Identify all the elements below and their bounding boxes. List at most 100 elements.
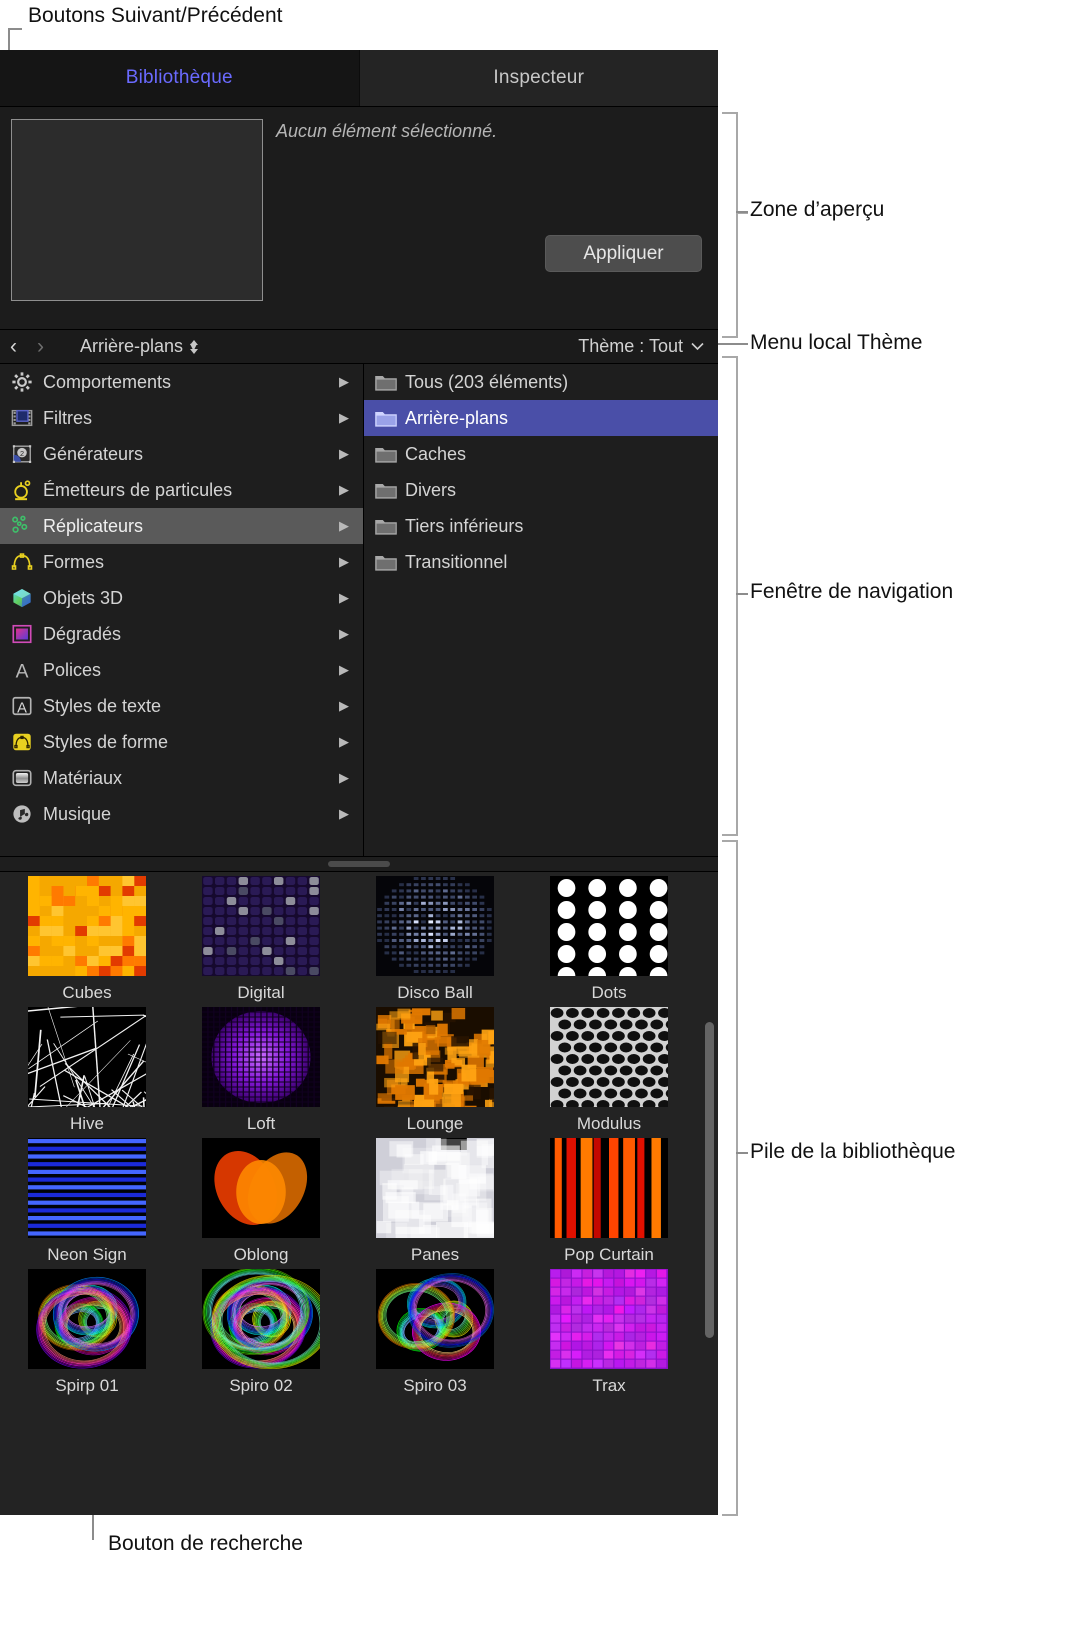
chevron-down-icon	[691, 342, 704, 351]
library-item[interactable]: Cubes	[0, 876, 174, 1003]
library-item-label: Hive	[69, 1114, 104, 1133]
apply-button[interactable]: Appliquer	[545, 235, 702, 272]
disclosure-triangle-icon[interactable]: ▶	[339, 734, 349, 750]
category-label: Polices	[43, 659, 102, 680]
disclosure-triangle-icon[interactable]: ▶	[339, 626, 349, 642]
library-item-thumbnail[interactable]	[376, 1269, 494, 1369]
folder-row-tiers-inf-rieurs[interactable]: Tiers inférieurs	[364, 508, 718, 544]
library-item-thumbnail[interactable]	[202, 1007, 320, 1107]
disclosure-triangle-icon[interactable]: ▶	[339, 410, 349, 426]
library-item[interactable]: Disco Ball	[348, 876, 522, 1003]
disclosure-triangle-icon[interactable]: ▶	[339, 698, 349, 714]
library-item-label: Lounge	[406, 1114, 464, 1133]
library-item-thumbnail[interactable]	[550, 1269, 668, 1369]
category-label: Émetteurs de particules	[43, 479, 233, 500]
library-item-label: Spirp 01	[55, 1376, 119, 1395]
category-row-comportements[interactable]: Comportements ▶	[0, 364, 363, 400]
tab-bibliotheque[interactable]: Bibliothèque	[0, 50, 359, 106]
folder-row-transitionnel[interactable]: Transitionnel	[364, 544, 718, 580]
folder-row-divers[interactable]: Divers	[364, 472, 718, 508]
library-item[interactable]: Lounge	[348, 1007, 522, 1134]
tab-inspecteur[interactable]: Inspecteur	[358, 50, 718, 106]
library-item-thumbnail[interactable]	[376, 1007, 494, 1107]
category-row-styles-de-texte[interactable]: A Styles de texte ▶	[0, 688, 363, 724]
library-item[interactable]: Spiro 02	[174, 1269, 348, 1396]
library-item[interactable]: Dots	[522, 876, 696, 1003]
folder-icon	[375, 519, 397, 535]
category-row-mat-riaux[interactable]: Matériaux ▶	[0, 760, 363, 796]
folder-label: Arrière-plans	[405, 407, 509, 428]
library-item[interactable]: Hive	[0, 1007, 174, 1134]
disclosure-triangle-icon[interactable]: ▶	[339, 518, 349, 534]
path-stepper-icon[interactable]	[188, 337, 200, 357]
library-item-thumbnail[interactable]	[28, 876, 146, 976]
library-item[interactable]: Spiro 03	[348, 1269, 522, 1396]
library-item-thumbnail[interactable]	[202, 1138, 320, 1238]
theme-popup-menu[interactable]: Thème : Tout	[578, 336, 704, 357]
disclosure-triangle-icon[interactable]: ▶	[339, 770, 349, 786]
pane-splitter[interactable]	[0, 856, 718, 872]
library-item[interactable]: Spirp 01	[0, 1269, 174, 1396]
library-item[interactable]: Modulus	[522, 1007, 696, 1134]
library-item[interactable]: Oblong	[174, 1138, 348, 1265]
category-row-polices[interactable]: A Polices ▶	[0, 652, 363, 688]
category-row-filtres[interactable]: Filtres ▶	[0, 400, 363, 436]
library-item-label: Modulus	[576, 1114, 642, 1133]
category-row-styles-de-forme[interactable]: Styles de forme ▶	[0, 724, 363, 760]
disclosure-triangle-icon[interactable]: ▶	[339, 806, 349, 822]
next-button[interactable]: ›	[27, 336, 54, 357]
library-item-thumbnail[interactable]	[550, 876, 668, 976]
category-row-g-n-rateurs[interactable]: 2 Générateurs ▶	[0, 436, 363, 472]
category-row-d-grad-s[interactable]: Dégradés ▶	[0, 616, 363, 652]
library-item-thumbnail[interactable]	[550, 1138, 668, 1238]
category-row-r-plicateurs[interactable]: Réplicateurs ▶	[0, 508, 363, 544]
disclosure-triangle-icon[interactable]: ▶	[339, 482, 349, 498]
stack-scrollbar[interactable]	[705, 1022, 714, 1338]
text-style-icon: A	[12, 696, 32, 716]
category-row--metteurs-de-particules[interactable]: Émetteurs de particules ▶	[0, 472, 363, 508]
folder-label: Transitionnel	[405, 551, 508, 572]
library-item-thumbnail[interactable]	[550, 1007, 668, 1107]
disclosure-triangle-icon[interactable]: ▶	[339, 374, 349, 390]
category-label: Matériaux	[43, 767, 123, 788]
library-item[interactable]: Trax	[522, 1269, 696, 1396]
library-item-thumbnail[interactable]	[28, 1269, 146, 1369]
disclosure-triangle-icon[interactable]: ▶	[339, 662, 349, 678]
folder-row-arri-re-plans[interactable]: Arrière-plans	[364, 400, 718, 436]
gradient-icon	[12, 624, 32, 644]
path-bar: ‹ › Arrière-plans ▾ Thème : Tout	[0, 330, 718, 364]
annotation-preview-area: Zone d’aperçu	[750, 198, 885, 221]
folder-row-tous-203-l-ments-[interactable]: Tous (203 éléments)	[364, 364, 718, 400]
folder-label: Tiers inférieurs	[405, 515, 524, 536]
annotation-stack: Pile de la bibliothèque	[750, 1140, 956, 1163]
library-item-thumbnail[interactable]	[202, 876, 320, 976]
category-row-musique[interactable]: Musique ▶	[0, 796, 363, 832]
category-label: Générateurs	[43, 443, 144, 464]
disclosure-triangle-icon[interactable]: ▶	[339, 590, 349, 606]
disclosure-triangle-icon[interactable]: ▶	[339, 446, 349, 462]
disclosure-triangle-icon[interactable]: ▶	[339, 554, 349, 570]
folder-label: Tous (203 éléments)	[405, 371, 569, 392]
library-item[interactable]: Loft	[174, 1007, 348, 1134]
category-row-formes[interactable]: Formes ▶	[0, 544, 363, 580]
folder-label: Divers	[405, 479, 457, 500]
folder-row-caches[interactable]: Caches	[364, 436, 718, 472]
library-item-thumbnail[interactable]	[28, 1007, 146, 1107]
library-item-thumbnail[interactable]	[376, 876, 494, 976]
library-item-thumbnail[interactable]	[28, 1138, 146, 1238]
previous-button[interactable]: ‹	[0, 336, 27, 357]
library-item-thumbnail[interactable]	[376, 1138, 494, 1238]
library-item-thumbnail[interactable]	[202, 1269, 320, 1369]
category-column[interactable]: Comportements ▶ Filtres ▶ 2 Générateurs ▶ Émett…	[0, 364, 364, 856]
replicator-icon	[12, 515, 28, 533]
category-row-objets-3d[interactable]: Objets 3D ▶	[0, 580, 363, 616]
folder-column[interactable]: Tous (203 éléments) Arrière-plans Caches Di…	[364, 364, 718, 856]
splitter-grip[interactable]	[328, 861, 390, 867]
library-item[interactable]: Panes	[348, 1138, 522, 1265]
current-path-label[interactable]: Arrière-plans	[80, 336, 183, 357]
annotation-search-button: Bouton de recherche	[108, 1532, 303, 1555]
category-label: Formes	[43, 551, 105, 572]
library-item[interactable]: Pop Curtain	[522, 1138, 696, 1265]
library-item[interactable]: Neon Sign	[0, 1138, 174, 1265]
library-item[interactable]: Digital	[174, 876, 348, 1003]
